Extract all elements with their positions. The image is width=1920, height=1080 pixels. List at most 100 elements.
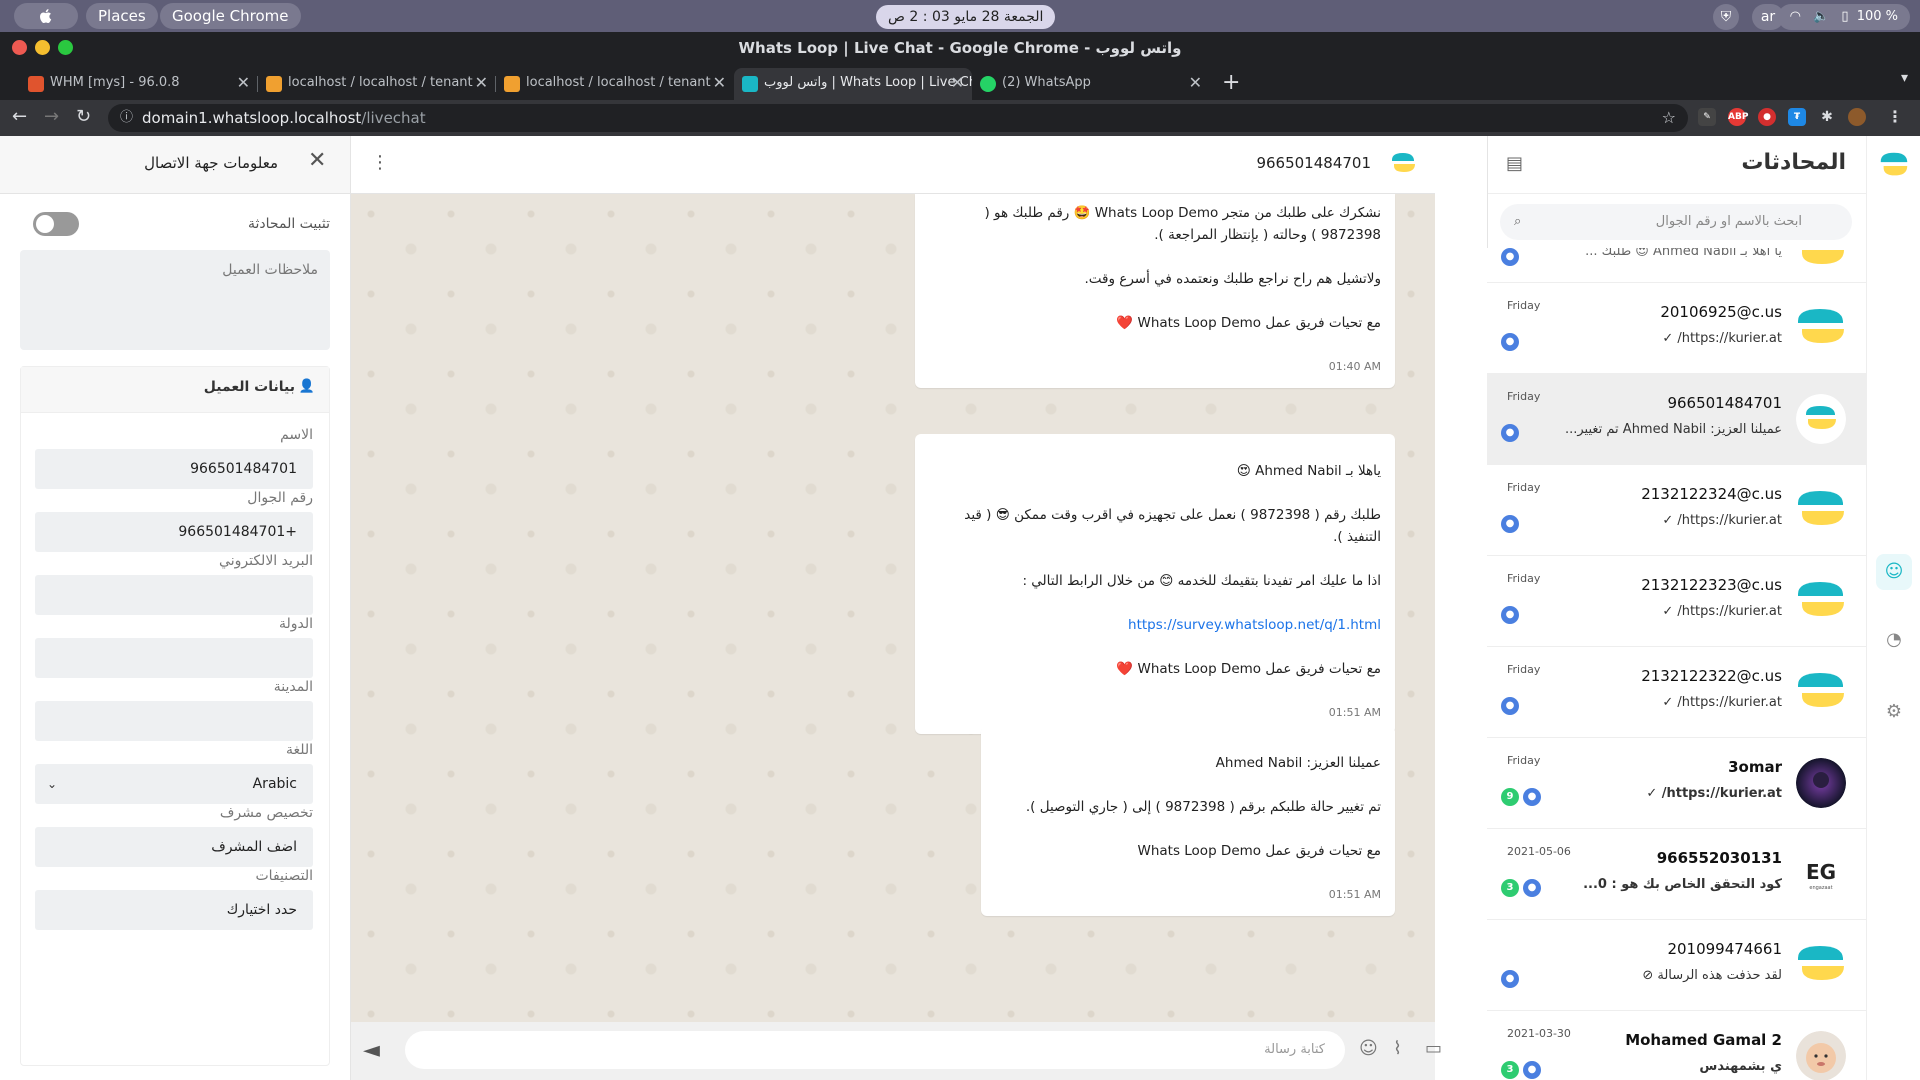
site-info-icon[interactable]: ⓘ — [120, 104, 133, 132]
chat-contact-avatar[interactable] — [1385, 147, 1421, 183]
contact-info-title: معلومات جهة الاتصال — [144, 154, 278, 172]
tab-label: localhost / localhost / tenant — [526, 75, 711, 90]
emoji-icon[interactable]: ☺ — [1359, 1038, 1378, 1059]
language-select[interactable]: Arabic ⌄ — [35, 764, 313, 804]
field-value: حدد اختيارك — [226, 902, 297, 918]
message-line: طلبك رقم ( 9872398 ) نعمل على تجهيزه في … — [964, 507, 1381, 545]
tab-search-icon[interactable]: ▾ — [1901, 70, 1908, 86]
field-input[interactable]: حدد اختيارك — [35, 890, 313, 930]
pin-conversation-toggle[interactable] — [33, 212, 79, 236]
nav-livechat-icon[interactable]: ☺ — [1876, 554, 1912, 590]
attach-icon[interactable]: ⌇ — [1393, 1038, 1402, 1059]
message-line: https://survey.whatsloop.net/q/1.html — [929, 614, 1381, 636]
address-bar[interactable]: ⓘ domain1.whatsloop.localhost/livechat ☆ — [108, 104, 1688, 132]
conversation-item[interactable]: 2132122323@c.us https://kurier.at/ ✓ Frida… — [1487, 556, 1866, 647]
tab-whatsloop-livechat[interactable]: واتس لووب | Whats Loop | Live Chat ✕ — [734, 68, 972, 100]
more-options-icon[interactable]: ⋮ — [371, 152, 389, 173]
field-input[interactable] — [35, 638, 313, 678]
bookmark-star-icon[interactable]: ☆ — [1662, 104, 1676, 132]
extension-blue-icon[interactable]: ₮ — [1788, 108, 1806, 126]
conversation-search-input[interactable]: ابحث بالاسم او رقم الجوال ⌕ — [1500, 204, 1852, 240]
tab-whm[interactable]: WHM [mys] - 96.0.8 ✕ — [20, 68, 258, 100]
close-tab-icon[interactable]: ✕ — [713, 68, 726, 98]
conversation-preview: لقد حذفت هذه الرسالة ⊘ — [1642, 968, 1782, 983]
field-input[interactable]: +966501484701 — [35, 512, 313, 552]
chat-pane: ⋮ 966501484701 نشكرك على طلبك من متجر Wh… — [351, 136, 1442, 1080]
new-tab-button[interactable]: + — [1222, 70, 1240, 95]
message-line: ياهلا بـ Ahmed Nabil 😍 — [1236, 463, 1381, 479]
chevron-down-icon: ⌄ — [47, 777, 58, 791]
whatsloop-logo[interactable] — [1877, 148, 1911, 182]
conversation-name: 3omar — [1728, 758, 1782, 776]
conversation-item[interactable]: 2132122324@c.us https://kurier.at/ ✓ Frida… — [1487, 465, 1866, 556]
message-bubble[interactable]: عميلنا العزيز: Ahmed Nabil تم تغيير حالة … — [981, 726, 1395, 916]
chat-contact-number[interactable]: 966501484701 — [1256, 154, 1371, 172]
contact-info-panel: معلومات جهة الاتصال ✕ تثبيت المحادثة ملا… — [0, 136, 351, 1080]
field-input[interactable]: 966501484701 — [35, 449, 313, 489]
field-label: اللغة — [285, 742, 313, 758]
conversation-item[interactable]: 20106925@c.us https://kurier.at/ ✓ Friday ● — [1487, 283, 1866, 374]
field-label: البريد الالكتروني — [219, 553, 313, 569]
close-tab-icon[interactable]: ✕ — [475, 68, 488, 98]
conversation-time: Friday — [1507, 754, 1541, 767]
close-tab-icon[interactable]: ✕ — [237, 68, 250, 98]
nav-user-settings-icon[interactable]: ⚙ — [1876, 694, 1912, 730]
url-path: /livechat — [361, 109, 426, 127]
conversations-panel: المحادثات ▤ ابحث بالاسم او رقم الجوال ⌕ … — [1487, 136, 1866, 1080]
new-chat-icon[interactable]: ▤ — [1506, 153, 1523, 174]
forward-icon[interactable]: → — [44, 106, 59, 127]
field-input[interactable] — [35, 701, 313, 741]
message-bubble[interactable]: ياهلا بـ Ahmed Nabil 😍 طلبك رقم ( 9872398… — [915, 434, 1395, 734]
conversation-name: 2132122322@c.us — [1641, 667, 1782, 685]
url-host: domain1.whatsloop.localhost — [142, 109, 362, 127]
conversation-item[interactable]: 2132122322@c.us https://kurier.at/ ✓ Frida… — [1487, 647, 1866, 738]
conversation-avatar — [1796, 576, 1846, 626]
conversation-name: 2132122324@c.us — [1641, 485, 1782, 503]
chrome-menu-icon[interactable]: ⋮ — [1886, 108, 1904, 126]
conversation-time: Friday — [1507, 299, 1541, 312]
app-menu[interactable]: Google Chrome — [160, 3, 301, 29]
quick-replies-icon[interactable]: ▭ — [1425, 1038, 1442, 1059]
extension-red-icon[interactable]: ● — [1758, 108, 1776, 126]
reload-icon[interactable]: ↻ — [76, 106, 91, 127]
profile-avatar[interactable] — [1848, 108, 1866, 126]
system-tray[interactable]: ◠ 🔈 ▯ 100 % — [1777, 4, 1910, 30]
message-link[interactable]: https://survey.whatsloop.net/q/1.html — [1128, 617, 1381, 633]
whatsapp-favicon-icon — [980, 76, 996, 92]
conversation-item[interactable]: 201099474661 لقد حذفت هذه الرسالة ⊘ ● — [1487, 920, 1866, 1011]
field-input[interactable] — [35, 575, 313, 615]
conversation-item[interactable]: يا اهلا بـ Ahmed Nabil 😍 طلبك ... ● — [1487, 248, 1866, 283]
clock[interactable]: الجمعة 28 مايو 03 : 2 ص — [876, 5, 1056, 29]
conversation-name: 966501484701 — [1667, 394, 1782, 412]
tab-phpmyadmin-1[interactable]: localhost / localhost / tenant ✕ — [258, 68, 496, 100]
tab-whatsapp[interactable]: (2) WhatsApp ✕ — [972, 68, 1210, 100]
close-tab-icon[interactable]: ✕ — [951, 68, 964, 98]
conversation-item[interactable]: 966501484701 عميلنا العزيز: Ahmed Nabil ت… — [1487, 374, 1866, 465]
close-tab-icon[interactable]: ✕ — [1189, 68, 1202, 98]
back-icon[interactable]: ← — [12, 106, 27, 127]
send-icon[interactable]: ◄ — [363, 1038, 380, 1063]
field-value: Arabic — [252, 776, 297, 792]
places-menu[interactable]: Places — [86, 3, 158, 29]
field-input[interactable]: اضف المشرف — [35, 827, 313, 867]
conversation-name: 20106925@c.us — [1660, 303, 1782, 321]
conversation-item[interactable]: 3omar https://kurier.at/ ✓ Friday 9 ● — [1487, 738, 1866, 829]
shield-icon[interactable]: ⛨ — [1713, 4, 1739, 30]
extensions-puzzle-icon[interactable]: ✱ — [1818, 108, 1836, 126]
adblock-icon[interactable]: ABP — [1728, 108, 1748, 126]
message-line: تم تغيير حالة طلبكم برقم ( 9872398 ) إلى… — [1025, 799, 1381, 815]
conversation-item[interactable]: EG engazaat 966552030131 كود التحقق الخاص ب… — [1487, 829, 1866, 920]
close-panel-icon[interactable]: ✕ — [308, 148, 326, 173]
apple-menu-icon[interactable] — [14, 3, 78, 29]
battery-level: 100 % — [1856, 9, 1898, 24]
customer-notes-input[interactable]: ملاحظات العميل — [20, 250, 330, 350]
tab-phpmyadmin-2[interactable]: localhost / localhost / tenant ✕ — [496, 68, 734, 100]
conversation-preview: https://kurier.at/ ✓ — [1662, 604, 1782, 619]
message-input[interactable]: كتابة رسالة — [405, 1031, 1345, 1069]
nav-reports-icon[interactable]: ◔ — [1876, 622, 1912, 658]
whatsloop-favicon-icon — [742, 76, 758, 92]
message-bubble[interactable]: نشكرك على طلبك من متجر Whats Loop Demo 🤩… — [915, 194, 1395, 388]
conversation-avatar — [1796, 758, 1846, 808]
extension-pen-icon[interactable]: ✎ — [1698, 108, 1716, 126]
conversation-item[interactable]: Mohamed Gamal 2 ي بشمهندس 2021-03-30 3 ● — [1487, 1011, 1866, 1080]
